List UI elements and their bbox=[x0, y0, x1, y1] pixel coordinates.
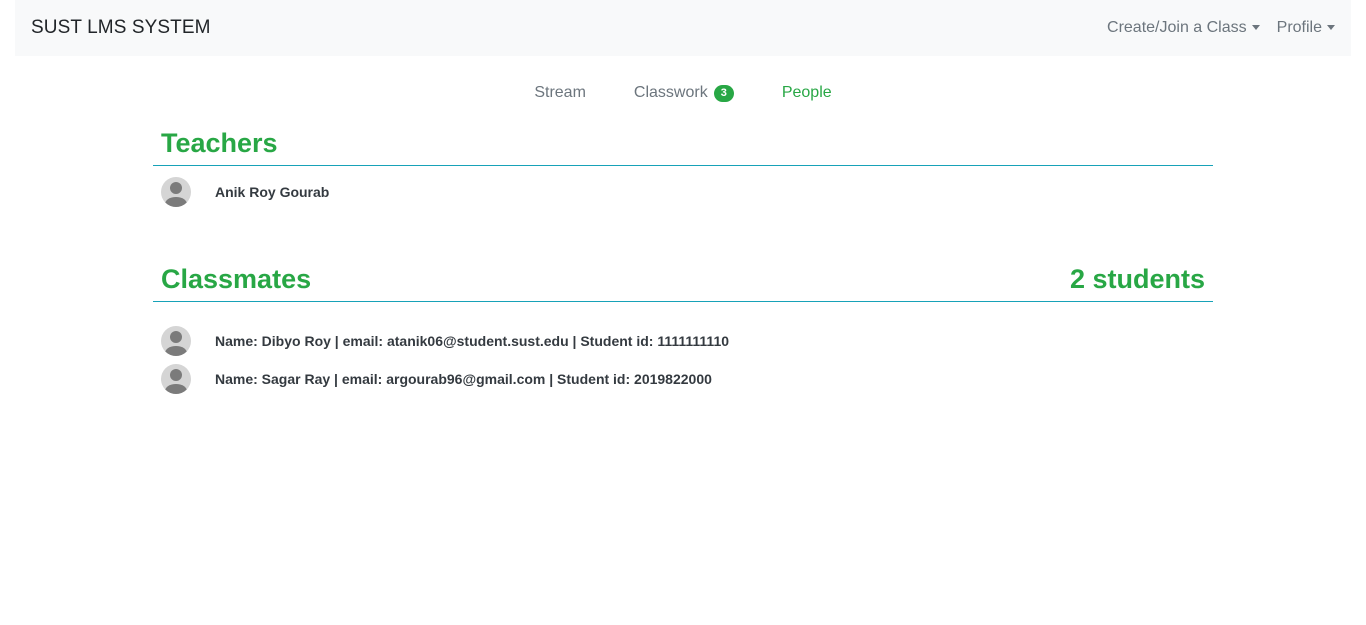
tab-stream-label: Stream bbox=[534, 84, 586, 101]
list-item: Name: Sagar Ray | email: argourab96@gmai… bbox=[153, 360, 1213, 398]
teachers-section: Teachers Anik Roy Gourab bbox=[153, 116, 1213, 211]
list-item: Name: Dibyo Roy | email: atanik06@studen… bbox=[153, 322, 1213, 360]
create-join-class-dropdown[interactable]: Create/Join a Class bbox=[1107, 19, 1260, 37]
teachers-title: Teachers bbox=[161, 128, 278, 158]
student-count: 2 students bbox=[1069, 264, 1205, 294]
classmates-list: Name: Dibyo Roy | email: atanik06@studen… bbox=[153, 302, 1213, 398]
classmates-section: Classmates 2 students Name: Dibyo Roy | … bbox=[153, 252, 1213, 398]
profile-dropdown[interactable]: Profile bbox=[1277, 19, 1335, 37]
tab-classwork-label: Classwork bbox=[633, 84, 708, 101]
student-info: Name: Dibyo Roy | email: atanik06@studen… bbox=[215, 333, 730, 349]
teacher-name: Anik Roy Gourab bbox=[215, 184, 330, 200]
caret-down-icon bbox=[1251, 24, 1260, 30]
tab-people[interactable]: People bbox=[758, 84, 856, 102]
avatar-icon bbox=[161, 326, 191, 356]
tab-people-label: People bbox=[781, 84, 832, 101]
caret-down-icon bbox=[1327, 24, 1335, 30]
avatar-icon bbox=[161, 364, 191, 394]
top-navbar: SUST LMS SYSTEM Create/Join a Class Prof… bbox=[15, 0, 1351, 56]
tab-classwork[interactable]: Classwork 3 bbox=[610, 84, 758, 102]
navbar-menu: Create/Join a Class Profile bbox=[1107, 19, 1335, 37]
classmates-title: Classmates bbox=[161, 264, 312, 294]
profile-label: Profile bbox=[1276, 19, 1322, 36]
tab-stream[interactable]: Stream bbox=[510, 84, 610, 102]
classwork-count-badge: 3 bbox=[713, 84, 734, 102]
avatar-icon bbox=[161, 177, 191, 207]
brand-link[interactable]: SUST LMS SYSTEM bbox=[31, 17, 211, 39]
student-info: Name: Sagar Ray | email: argourab96@gmai… bbox=[215, 371, 712, 387]
classmates-header: Classmates 2 students bbox=[153, 252, 1213, 302]
teachers-header: Teachers bbox=[153, 116, 1213, 166]
teachers-list: Anik Roy Gourab bbox=[153, 166, 1213, 211]
class-tabs: Stream Classwork 3 People bbox=[0, 84, 1366, 102]
create-join-class-label: Create/Join a Class bbox=[1107, 19, 1247, 36]
teacher-item: Anik Roy Gourab bbox=[153, 173, 1213, 211]
